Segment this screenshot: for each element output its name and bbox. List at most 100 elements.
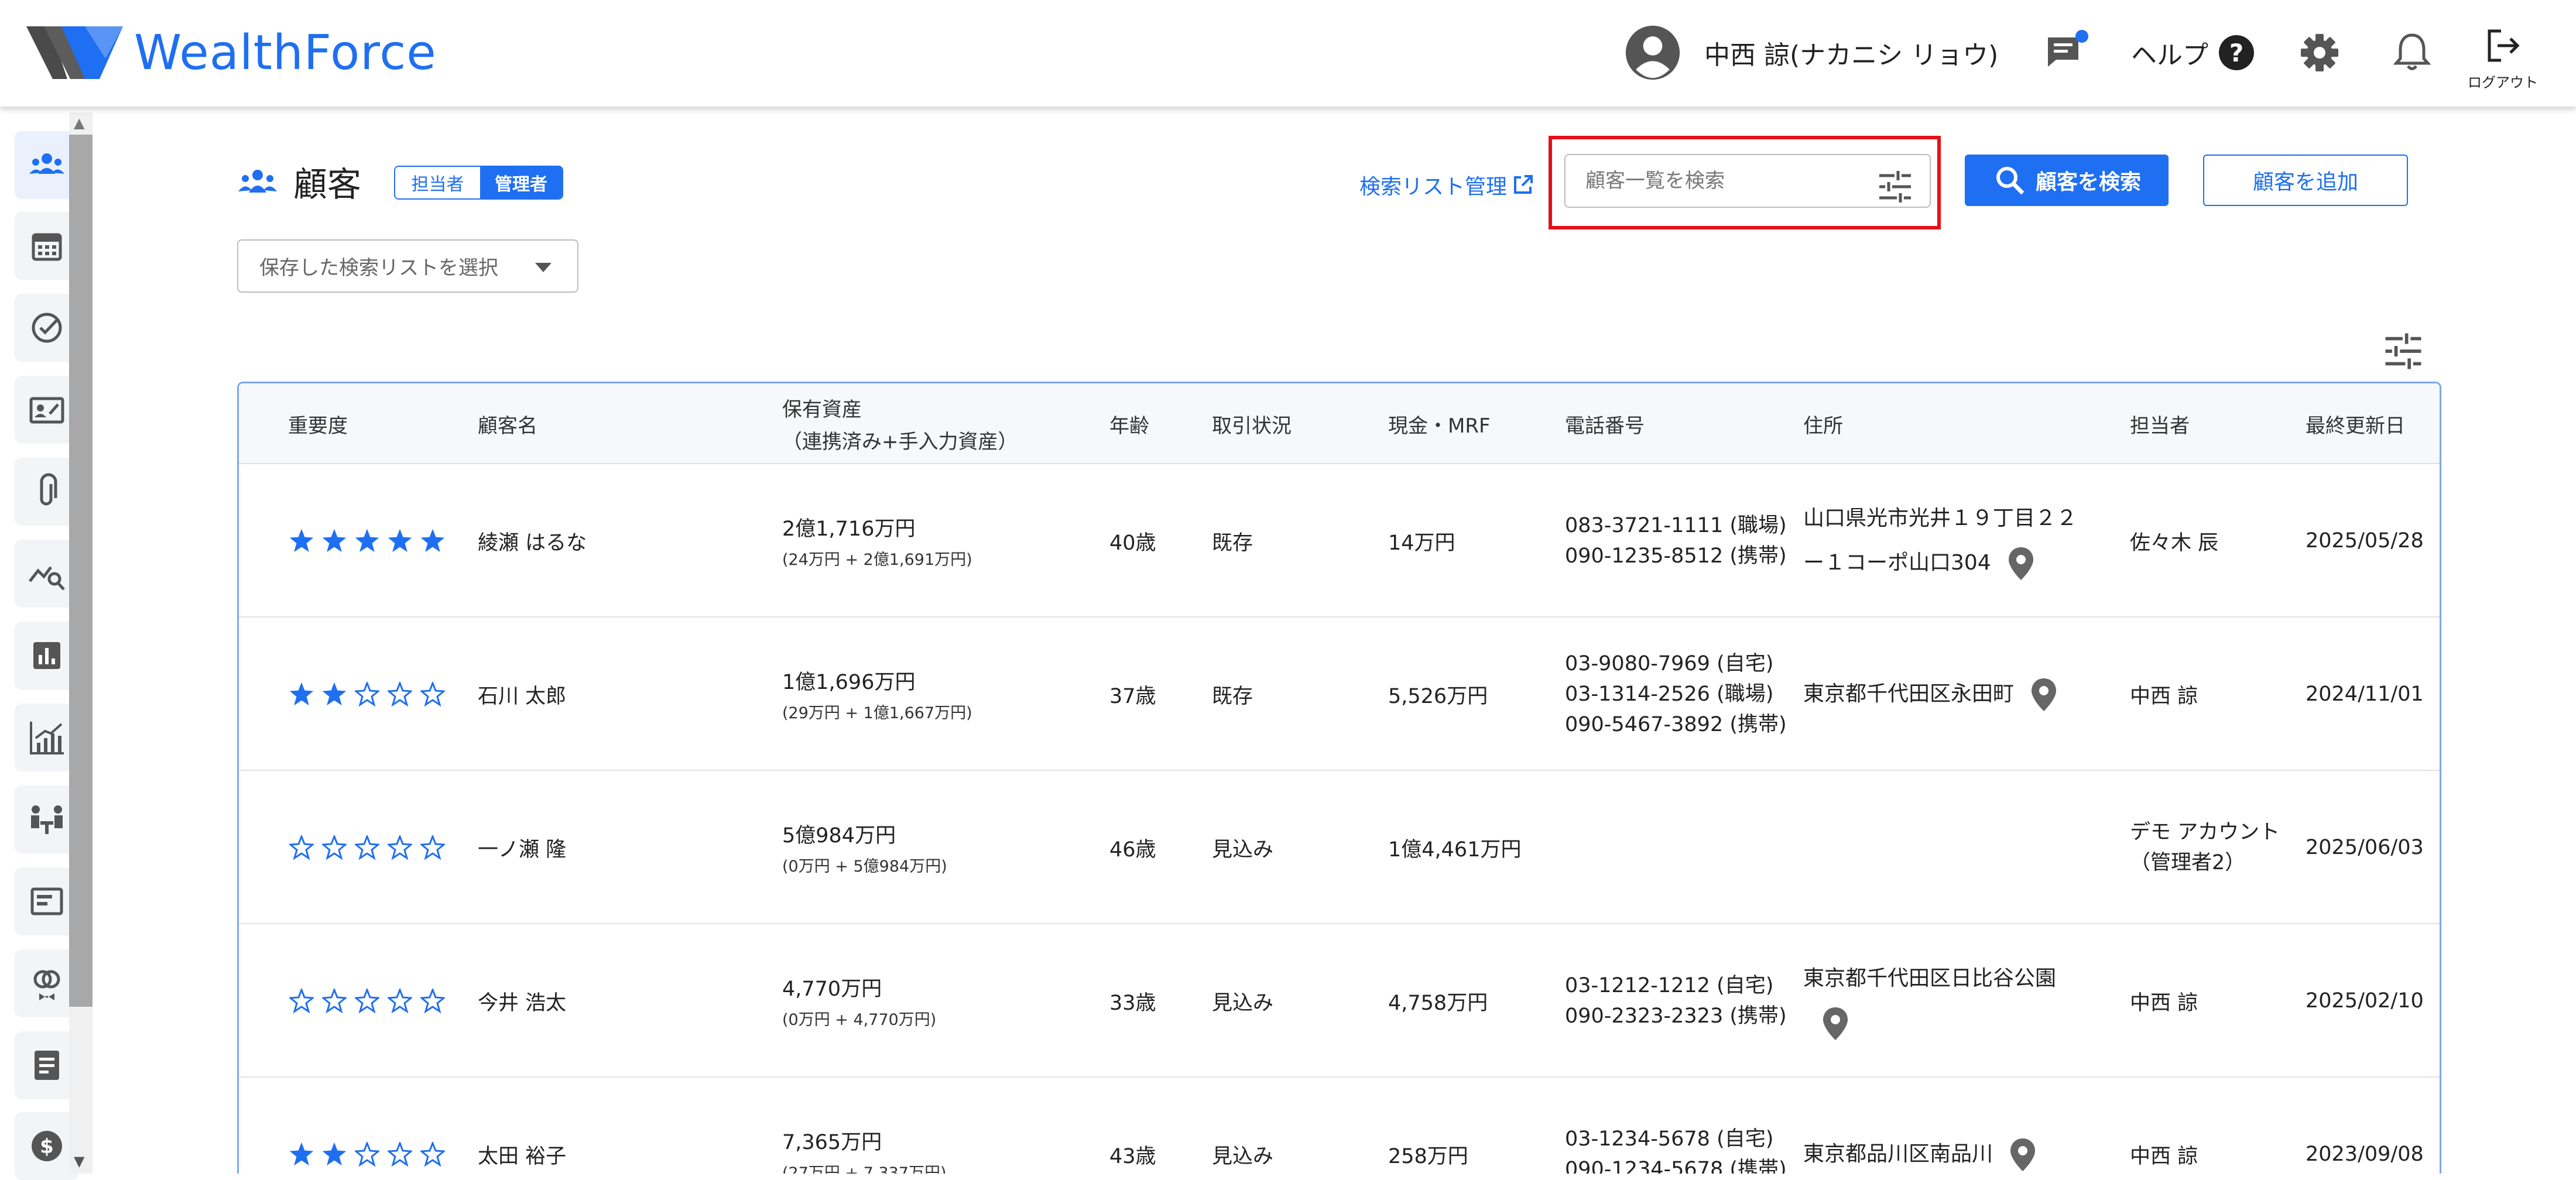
map-pin-icon[interactable] xyxy=(2029,677,2058,712)
logout-button[interactable]: ログアウト xyxy=(2465,26,2541,91)
add-customer-label: 顧客を追加 xyxy=(2252,170,2358,194)
map-pin-icon[interactable] xyxy=(2006,546,2036,581)
column-header-cash[interactable]: 現金・MRF xyxy=(1388,383,1491,464)
star-filled-icon[interactable] xyxy=(355,529,379,553)
user-menu[interactable]: 中西 諒(ナカニシ リョウ) xyxy=(1625,23,1998,82)
meeting-icon xyxy=(31,805,63,834)
customer-name[interactable]: 太田 裕子 xyxy=(478,1078,566,1174)
sidebar-scrollbar-thumb[interactable] xyxy=(69,135,93,1007)
table-row[interactable]: 太田 裕子 7,365万円 (27万円 + 7,337万円) 43歳 見込み 2… xyxy=(239,1078,2440,1174)
star-outline-icon[interactable] xyxy=(420,1142,445,1167)
customer-name[interactable]: 今井 浩太 xyxy=(478,924,566,1078)
external-link-icon xyxy=(1514,175,1533,194)
star-filled-icon[interactable] xyxy=(322,682,347,706)
dollar-icon: $ xyxy=(32,1131,62,1161)
last-updated: 2024/11/01 xyxy=(2306,682,2424,706)
star-outline-icon[interactable] xyxy=(355,1142,379,1167)
toggle-option-owner[interactable]: 担当者 xyxy=(395,167,480,198)
assets-detail: (0万円 + 5億984万円) xyxy=(782,857,947,876)
star-outline-icon[interactable] xyxy=(388,1142,412,1167)
customer-table: 重要度 顧客名 保有資産 （連携済み+手入力資産） 年齢 取引状況 現金・MRF… xyxy=(237,382,2441,1174)
chat-notification-icon[interactable] xyxy=(2043,29,2090,76)
owner: 中西 諒 xyxy=(2130,991,2198,1015)
scroll-up-arrow-icon[interactable]: ▲ xyxy=(74,115,84,131)
importance-stars[interactable] xyxy=(289,924,445,1078)
map-pin-icon[interactable] xyxy=(1821,1006,1850,1041)
filter-settings-icon[interactable] xyxy=(1877,169,1913,205)
star-filled-icon[interactable] xyxy=(289,682,314,706)
star-outline-icon[interactable] xyxy=(420,835,445,860)
toggle-option-admin[interactable]: 管理者 xyxy=(480,167,562,198)
star-outline-icon[interactable] xyxy=(355,835,379,860)
star-outline-icon[interactable] xyxy=(388,989,412,1013)
phone-number: 03-1212-1212 (自宅) xyxy=(1565,974,1774,997)
column-header-age[interactable]: 年齢 xyxy=(1109,383,1149,464)
saved-search-list-placeholder: 保存した検索リストを選択 xyxy=(259,256,498,280)
customer-name[interactable]: 綾瀬 はるな xyxy=(478,464,587,618)
saved-search-list-select[interactable]: 保存した検索リストを選択 xyxy=(237,239,578,293)
column-header-owner[interactable]: 担当者 xyxy=(2130,383,2190,464)
table-row[interactable]: 綾瀬 はるな 2億1,716万円 (24万円 + 2億1,691万円) 40歳 … xyxy=(239,464,2440,618)
importance-stars[interactable] xyxy=(289,771,445,924)
address-cell: 東京都千代田区日比谷公園 xyxy=(1803,924,2056,1078)
add-customer-button[interactable]: 顧客を追加 xyxy=(2203,155,2408,206)
star-outline-icon[interactable] xyxy=(289,835,314,860)
star-outline-icon[interactable] xyxy=(355,989,379,1013)
calendar-icon xyxy=(32,233,62,261)
star-outline-icon[interactable] xyxy=(420,989,445,1013)
star-filled-icon[interactable] xyxy=(289,529,314,553)
star-outline-icon[interactable] xyxy=(355,682,379,706)
star-rating xyxy=(289,835,445,860)
star-filled-icon[interactable] xyxy=(289,1142,314,1167)
column-header-phone[interactable]: 電話番号 xyxy=(1565,383,1645,464)
assets-total: 4,770万円 xyxy=(782,977,882,1001)
role-toggle[interactable]: 担当者 管理者 xyxy=(394,166,563,200)
star-filled-icon[interactable] xyxy=(420,529,445,553)
table-row[interactable]: 一ノ瀬 隆 5億984万円 (0万円 + 5億984万円) 46歳 見込み 1億… xyxy=(239,771,2440,924)
column-header-name[interactable]: 顧客名 xyxy=(478,383,537,464)
address-line: 山口県光市光井１９丁目２２ xyxy=(1803,506,2078,530)
star-outline-icon[interactable] xyxy=(388,682,412,706)
search-list-manage-label: 検索リスト管理 xyxy=(1359,175,1508,199)
phone-cell: 03-9080-7969 (自宅) 03-1314-2526 (職場) 090-… xyxy=(1565,618,1787,771)
gear-icon[interactable] xyxy=(2296,29,2343,76)
column-header-status[interactable]: 取引状況 xyxy=(1212,383,1292,464)
age: 33歳 xyxy=(1109,991,1156,1015)
column-header-address[interactable]: 住所 xyxy=(1803,383,1843,464)
customer-search-input[interactable] xyxy=(1564,154,1931,208)
importance-stars[interactable] xyxy=(289,1078,445,1174)
map-pin-icon[interactable] xyxy=(2008,1137,2037,1172)
bell-icon[interactable] xyxy=(2389,29,2435,76)
table-row[interactable]: 石川 太郎 1億1,696万円 (29万円 + 1億1,667万円) 37歳 既… xyxy=(239,618,2440,771)
address-cell: 東京都千代田区永田町 xyxy=(1803,618,2058,771)
star-outline-icon[interactable] xyxy=(420,682,445,706)
column-header-updated[interactable]: 最終更新日 xyxy=(2306,383,2405,464)
search-list-manage-link[interactable]: 検索リスト管理 xyxy=(1359,170,1534,200)
table-row[interactable]: 今井 浩太 4,770万円 (0万円 + 4,770万円) 33歳 見込み 4,… xyxy=(239,924,2440,1078)
star-outline-icon[interactable] xyxy=(322,989,347,1013)
table-column-settings-icon[interactable] xyxy=(2383,331,2424,372)
address-cell: 山口県光市光井１９丁目２２ ー１コーポ山口304 xyxy=(1803,464,2077,618)
star-filled-icon[interactable] xyxy=(322,1142,347,1167)
customer-name[interactable]: 一ノ瀬 隆 xyxy=(478,771,566,924)
last-updated: 2023/09/08 xyxy=(2306,1143,2424,1166)
help-link[interactable]: ヘルプ ? xyxy=(2131,32,2254,73)
search-customers-button[interactable]: 顧客を検索 xyxy=(1965,155,2169,206)
star-filled-icon[interactable] xyxy=(322,529,347,553)
age: 40歳 xyxy=(1109,531,1156,555)
assets-total: 2億1,716万円 xyxy=(782,517,916,541)
star-outline-icon[interactable] xyxy=(388,835,412,860)
brand-name: WealthForce xyxy=(134,25,437,81)
customer-name[interactable]: 石川 太郎 xyxy=(478,618,566,771)
column-header-assets[interactable]: 保有資産 （連携済み+手入力資産） xyxy=(782,383,1018,464)
age: 43歳 xyxy=(1109,1144,1156,1168)
column-header-importance[interactable]: 重要度 xyxy=(288,383,348,464)
scroll-down-arrow-icon[interactable]: ▼ xyxy=(74,1153,84,1169)
user-name: 中西 諒(ナカニシ リョウ) xyxy=(1704,40,1999,70)
importance-stars[interactable] xyxy=(289,618,445,771)
star-filled-icon[interactable] xyxy=(388,529,412,553)
star-outline-icon[interactable] xyxy=(322,835,347,860)
logo[interactable]: WealthForce xyxy=(26,23,437,82)
star-outline-icon[interactable] xyxy=(289,989,314,1013)
importance-stars[interactable] xyxy=(289,464,445,618)
